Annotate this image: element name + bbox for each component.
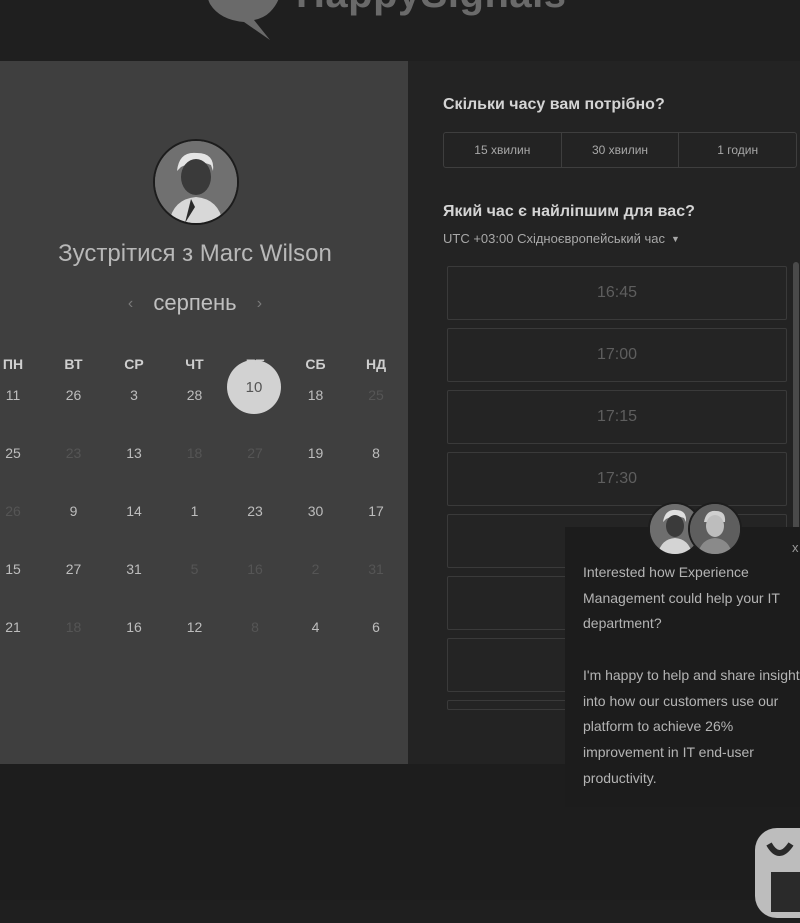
calendar-day[interactable]: 9	[44, 503, 104, 519]
calendar-day: 25	[368, 387, 384, 403]
calendar-day[interactable]: 27	[44, 561, 104, 577]
selected-day[interactable]: 10	[227, 360, 281, 414]
duration-60-button[interactable]: 1 годин	[679, 133, 796, 167]
weekday-header: ВТ	[64, 356, 83, 372]
calendar-day[interactable]: 31	[104, 561, 164, 577]
calendar-day: 16	[247, 561, 263, 577]
calendar-day: 31	[368, 561, 384, 577]
calendar-day[interactable]: 11	[0, 387, 43, 403]
calendar-day[interactable]: 14	[104, 503, 164, 519]
month-label: серпень	[153, 290, 237, 315]
calendar-day[interactable]: 1	[165, 503, 225, 519]
chat-bubble-icon	[755, 828, 800, 918]
weekday-header: СР	[124, 356, 144, 372]
brand-name: HappySignals	[296, 0, 567, 17]
chat-paragraph: Interested how Experience Management cou…	[583, 564, 780, 632]
calendar-day[interactable]: 25	[0, 445, 43, 461]
calendar-day[interactable]: 17	[346, 503, 406, 519]
month-navigator: ‹ серпень ›	[0, 290, 390, 316]
calendar-day: 27	[247, 445, 263, 461]
chat-launcher-button[interactable]	[755, 828, 800, 918]
calendar-day[interactable]: 4	[286, 619, 346, 635]
calendar-day[interactable]: 26	[44, 387, 104, 403]
calendar-day: 8	[251, 619, 259, 635]
time-question: Який час є найліпшим для вас?	[443, 203, 695, 220]
calendar-day: 23	[65, 445, 82, 461]
weekday-header: ПН	[2, 356, 24, 372]
calendar-day[interactable]: 8	[346, 445, 406, 461]
chat-message: Interested how Experience Management cou…	[583, 560, 800, 791]
calendar-day[interactable]: 3	[104, 387, 164, 403]
chevron-left-icon[interactable]: ‹	[114, 295, 147, 313]
time-slot-button[interactable]: 17:15	[447, 390, 787, 444]
time-slot-button[interactable]: 17:30	[447, 452, 787, 506]
chat-agent-avatar	[688, 502, 742, 556]
chevron-right-icon[interactable]: ›	[243, 295, 276, 313]
calendar-day[interactable]: 16	[104, 619, 164, 635]
calendar-day: 18	[186, 445, 203, 461]
calendar-day[interactable]: 18	[286, 387, 346, 403]
chat-agent-avatars	[648, 502, 742, 556]
calendar-day: 5	[190, 561, 199, 577]
weekday-header: НД	[365, 356, 387, 372]
calendar-day[interactable]: 28	[165, 387, 225, 403]
duration-30-button[interactable]: 30 хвилин	[562, 133, 680, 167]
calendar-day[interactable]: 21	[0, 619, 43, 635]
chat-paragraph: I'm happy to help and share insight into…	[583, 666, 800, 786]
weekday-header: ЧТ	[185, 356, 204, 372]
meeting-title: Зустрітися з Marc Wilson	[58, 240, 332, 267]
duration-question: Скільки часу вам потрібно?	[443, 96, 665, 113]
weekday-header: СБ	[305, 356, 326, 372]
caret-down-icon: ▼	[670, 234, 680, 244]
chat-close-icon[interactable]: x	[792, 540, 799, 555]
speech-bubble-logo-icon	[208, 0, 279, 40]
calendar-day[interactable]: 15	[0, 561, 43, 577]
calendar-day: 18	[65, 619, 82, 635]
calendar-day[interactable]: 13	[104, 445, 164, 461]
host-avatar	[153, 139, 239, 225]
calendar-day: 2	[311, 561, 320, 577]
duration-15-button[interactable]: 15 хвилин	[444, 133, 562, 167]
calendar-day[interactable]: 23	[225, 503, 285, 519]
calendar-day[interactable]: 30	[286, 503, 346, 519]
time-slot-button[interactable]: 16:45	[447, 266, 787, 320]
timezone-select[interactable]: UTC +03:00 Східноєвропейський час ▼	[443, 231, 680, 246]
timezone-label: UTC +03:00 Східноєвропейський час	[443, 231, 665, 246]
calendar-day[interactable]: 12	[165, 619, 225, 635]
calendar-day: 26	[5, 503, 21, 519]
time-slot-button[interactable]: 17:00	[447, 328, 787, 382]
duration-selector: 15 хвилин 30 хвилин 1 годин	[443, 132, 797, 168]
calendar-day[interactable]: 19	[286, 445, 346, 461]
calendar-day[interactable]: 6	[346, 619, 406, 635]
